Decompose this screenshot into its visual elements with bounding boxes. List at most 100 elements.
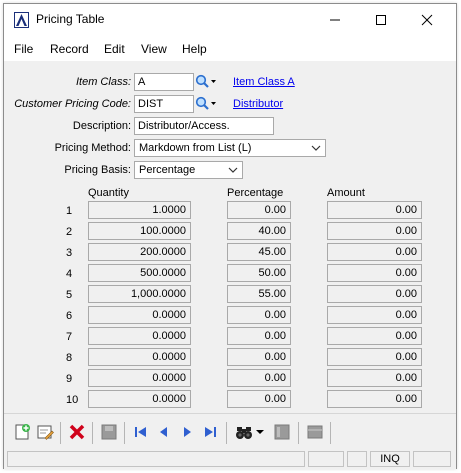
form-area: Item Class: A Item Class A Customer Pric…	[4, 61, 456, 413]
search-icon	[195, 96, 216, 110]
quantity-field[interactable]: 0.0000	[88, 390, 191, 408]
quantity-field[interactable]: 0.0000	[88, 348, 191, 366]
save-record-button[interactable]	[99, 422, 119, 442]
first-record-button[interactable]	[131, 422, 151, 442]
amount-field[interactable]: 0.00	[327, 327, 422, 345]
search-icon	[195, 74, 216, 88]
dropdown-arrow-icon	[256, 430, 264, 434]
record-toolbar	[4, 413, 456, 449]
status-panel	[308, 451, 344, 467]
last-record-button[interactable]	[200, 422, 220, 442]
customer-pricing-code-label: Customer Pricing Code:	[14, 98, 131, 110]
amount-field[interactable]: 0.00	[327, 369, 422, 387]
quantity-field[interactable]: 200.0000	[88, 243, 191, 261]
options-icon	[307, 425, 323, 439]
percentage-field[interactable]: 45.00	[227, 243, 291, 261]
new-record-button[interactable]	[12, 422, 32, 442]
toolbar-separator	[92, 422, 93, 444]
pricing-method-select[interactable]: Markdown from List (L)	[134, 139, 326, 157]
amount-field[interactable]: 0.00	[327, 201, 422, 219]
percentage-field[interactable]: 0.00	[227, 306, 291, 324]
percentage-field[interactable]: 0.00	[227, 369, 291, 387]
menu-record[interactable]: Record	[50, 42, 89, 56]
find-dropdown-button[interactable]	[254, 422, 266, 442]
row-number: 4	[66, 268, 73, 280]
item-class-link[interactable]: Item Class A	[233, 76, 295, 88]
pricing-basis-select[interactable]: Percentage	[134, 161, 243, 179]
quantity-field[interactable]: 0.0000	[88, 306, 191, 324]
status-panel	[347, 451, 367, 467]
amount-field[interactable]: 0.00	[327, 306, 422, 324]
toolbar-separator	[298, 422, 299, 444]
item-class-lookup-button[interactable]	[195, 73, 217, 91]
options-button[interactable]	[305, 422, 325, 442]
toolbar-separator	[124, 422, 125, 444]
title-bar: Pricing Table	[4, 4, 456, 35]
menu-edit[interactable]: Edit	[104, 42, 125, 56]
pricing-method-value: Markdown from List (L)	[139, 142, 252, 154]
description-field[interactable]: Distributor/Access.	[134, 117, 274, 135]
amount-field[interactable]: 0.00	[327, 264, 422, 282]
last-record-icon	[205, 427, 216, 437]
amount-field[interactable]: 0.00	[327, 243, 422, 261]
customer-pricing-code-field[interactable]: DIST	[134, 95, 194, 113]
save-icon	[101, 424, 117, 440]
status-panel	[413, 451, 451, 467]
menu-file[interactable]: File	[14, 42, 33, 56]
item-class-field[interactable]: A	[134, 73, 194, 91]
row-number: 10	[66, 394, 79, 406]
next-record-button[interactable]	[177, 422, 197, 442]
maximize-button[interactable]	[358, 4, 404, 35]
find-button[interactable]	[234, 422, 254, 442]
minimize-button[interactable]	[312, 4, 358, 35]
pricing-method-label: Pricing Method:	[54, 142, 131, 154]
quantity-field[interactable]: 0.0000	[88, 369, 191, 387]
quantity-field[interactable]: 0.0000	[88, 327, 191, 345]
menu-view[interactable]: View	[141, 42, 167, 56]
delete-record-button[interactable]	[67, 422, 87, 442]
percentage-field[interactable]: 40.00	[227, 222, 291, 240]
previous-record-icon	[160, 427, 167, 437]
row-number: 8	[66, 352, 73, 364]
pricing-basis-value: Percentage	[139, 164, 196, 176]
chevron-down-icon	[311, 145, 321, 151]
toolbar-separator	[330, 422, 331, 444]
percentage-field[interactable]: 0.00	[227, 390, 291, 408]
status-mode-indicator: INQ	[370, 451, 410, 467]
amount-column-header: Amount	[327, 187, 365, 199]
customer-pricing-code-link[interactable]: Distributor	[233, 98, 283, 110]
close-button[interactable]	[404, 4, 450, 35]
new-record-icon	[15, 424, 30, 440]
toolbar-separator	[60, 422, 61, 444]
previous-record-button[interactable]	[154, 422, 174, 442]
percentage-field[interactable]: 50.00	[227, 264, 291, 282]
amount-field[interactable]: 0.00	[327, 390, 422, 408]
amount-field[interactable]: 0.00	[327, 348, 422, 366]
chevron-down-icon	[228, 167, 238, 173]
quantity-field[interactable]: 500.0000	[88, 264, 191, 282]
quantity-field[interactable]: 100.0000	[88, 222, 191, 240]
quantity-field[interactable]: 1.0000	[88, 201, 191, 219]
percentage-field[interactable]: 0.00	[227, 348, 291, 366]
window-title: Pricing Table	[36, 12, 105, 26]
amount-field[interactable]: 0.00	[327, 222, 422, 240]
customer-pricing-code-lookup-button[interactable]	[195, 95, 217, 113]
row-number: 2	[66, 226, 73, 238]
report-button[interactable]	[272, 422, 292, 442]
next-record-icon	[184, 427, 191, 437]
edit-record-button[interactable]	[35, 422, 55, 442]
pricing-basis-label: Pricing Basis:	[64, 164, 131, 176]
percentage-field[interactable]: 55.00	[227, 285, 291, 303]
quantity-field[interactable]: 1,000.0000	[88, 285, 191, 303]
quantity-column-header: Quantity	[88, 187, 129, 199]
description-label: Description:	[72, 120, 131, 132]
edit-record-icon	[37, 425, 54, 440]
report-icon	[274, 424, 290, 440]
menu-help[interactable]: Help	[182, 42, 207, 56]
toolbar-separator	[226, 422, 227, 444]
row-number: 5	[66, 289, 73, 301]
percentage-field[interactable]: 0.00	[227, 327, 291, 345]
percentage-field[interactable]: 0.00	[227, 201, 291, 219]
amount-field[interactable]: 0.00	[327, 285, 422, 303]
row-number: 9	[66, 373, 73, 385]
